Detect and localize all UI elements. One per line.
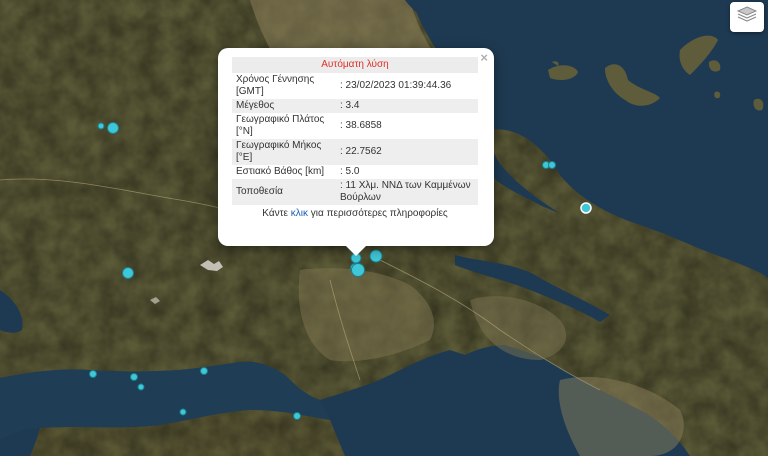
layers-button[interactable] [730,2,764,32]
earthquake-marker[interactable] [130,373,138,381]
earthquake-marker[interactable] [351,263,365,277]
longitude-value: : 22.7562 [336,139,478,165]
earthquake-marker[interactable] [548,161,556,169]
longitude-label: Γεωγραφικό Μήκος [°E] [232,139,336,165]
table-row: Γεωγραφικό Πλάτος [°N] : 38.6858 [232,113,478,139]
popup-footer: Κάντε κλικ για περισσότερες πληροφορίες [232,208,478,219]
table-row: Χρόνος Γέννησης [GMT] : 23/02/2023 01:39… [232,73,478,99]
table-row: Τοποθεσία : 11 Χλμ. ΝΝΔ των Καμμένων Βού… [232,179,478,205]
earthquake-marker[interactable] [369,249,383,263]
earthquake-marker[interactable] [580,202,592,214]
earthquake-marker[interactable] [137,383,145,391]
table-row: Εστιακό Βάθος [km] : 5.0 [232,165,478,179]
earthquake-marker[interactable] [89,370,97,378]
location-label: Τοποθεσία [232,179,336,205]
more-info-link[interactable]: κλικ [291,208,308,219]
close-button[interactable]: × [480,50,488,65]
details-table: Χρόνος Γέννησης [GMT] : 23/02/2023 01:39… [232,73,478,205]
popup-tip [346,246,366,256]
latitude-value: : 38.6858 [336,113,478,139]
earthquake-marker[interactable] [122,267,134,279]
latitude-label: Γεωγραφικό Πλάτος [°N] [232,113,336,139]
earthquake-marker[interactable] [293,412,301,420]
magnitude-value: : 3.4 [336,99,478,113]
layers-icon [736,5,758,30]
table-row: Μέγεθος : 3.4 [232,99,478,113]
table-row: Γεωγραφικό Μήκος [°E] : 22.7562 [232,139,478,165]
location-value: : 11 Χλμ. ΝΝΔ των Καμμένων Βούρλων [336,179,478,205]
footer-text-after: για περισσότερες πληροφορίες [308,208,448,219]
earthquake-marker[interactable] [179,408,187,416]
earthquake-marker[interactable] [107,122,119,134]
popup-title: Αυτόματη λύση [232,57,478,73]
magnitude-label: Μέγεθος [232,99,336,113]
earthquake-marker[interactable] [200,367,208,375]
earthquake-popup: × Αυτόματη λύση Χρόνος Γέννησης [GMT] : … [218,48,494,256]
origin-time-label: Χρόνος Γέννησης [GMT] [232,73,336,99]
depth-value: : 5.0 [336,165,478,179]
origin-time-value: : 23/02/2023 01:39:44.36 [336,73,478,99]
footer-text-before: Κάντε [262,208,291,219]
earthquake-marker[interactable] [97,122,105,130]
depth-label: Εστιακό Βάθος [km] [232,165,336,179]
